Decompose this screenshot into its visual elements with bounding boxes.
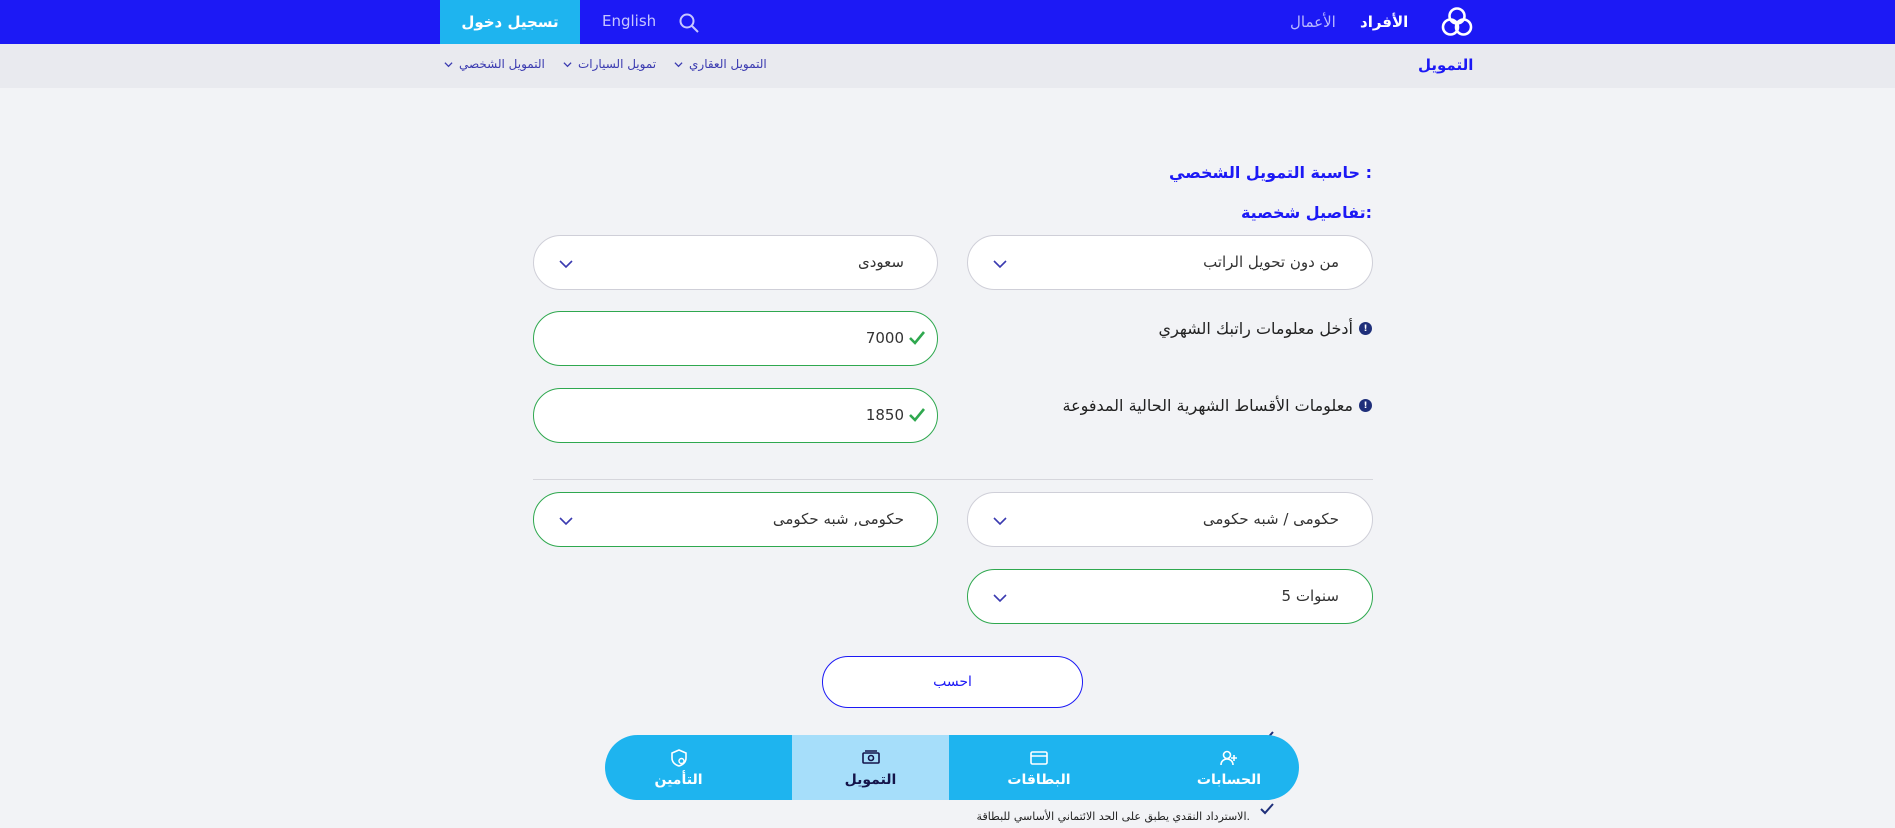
divider — [533, 479, 1373, 480]
language-switch[interactable]: English — [602, 12, 656, 30]
search-icon[interactable] — [678, 12, 700, 34]
tab-insurance[interactable]: التأمين — [605, 735, 792, 800]
duration-select[interactable]: 5 سنوات — [967, 569, 1373, 624]
subnav-item-label: التمويل العقاري — [689, 57, 767, 71]
info-icon[interactable]: ! — [1359, 399, 1372, 412]
salary-transfer-value: من دون تحويل الراتب — [1203, 253, 1339, 271]
nav-individuals[interactable]: الأفراد — [1360, 13, 1408, 31]
sub-navigation-bar — [0, 44, 1895, 88]
accounts-icon — [1220, 750, 1237, 765]
subnav-item-label: تمويل السيارات — [578, 57, 657, 71]
installments-label-text: معلومات الأقساط الشهرية الحالية المدفوعة — [1062, 396, 1353, 415]
login-button[interactable]: تسجيل دخول — [440, 0, 580, 44]
chevron-down-icon — [559, 260, 573, 269]
subnav-item-label: التمويل الشخصي — [459, 57, 545, 71]
chevron-down-icon — [559, 517, 573, 526]
check-icon — [909, 331, 926, 345]
personal-details-heading: تفاصيل شخصية: — [1240, 203, 1372, 222]
bank-logo-icon[interactable] — [1440, 6, 1474, 38]
tab-label: البطاقات — [1007, 771, 1071, 788]
salary-value: 7000 — [865, 329, 904, 347]
chevron-down-icon — [993, 517, 1007, 526]
duration-value: 5 سنوات — [1281, 587, 1339, 605]
salary-label-text: أدخل معلومات راتبك الشهري — [1158, 319, 1353, 338]
bottom-tab-bar: الحسابات البطاقات التمويل التأمين — [605, 735, 1299, 800]
tab-label: التأمين — [654, 771, 703, 788]
salary-transfer-select[interactable]: من دون تحويل الراتب — [967, 235, 1373, 290]
chevron-down-icon — [993, 260, 1007, 269]
installments-value: 1850 — [865, 406, 904, 424]
sector-select[interactable]: حكومى / شبه حكومى — [967, 492, 1373, 547]
chevron-down-icon — [444, 61, 453, 67]
top-navigation-bar — [0, 0, 1895, 44]
info-icon[interactable]: ! — [1359, 322, 1372, 335]
calculator-title: حاسبة التمويل الشخصي : — [1169, 163, 1372, 182]
salary-label: أدخل معلومات راتبك الشهري ! — [1159, 319, 1372, 338]
calculate-button[interactable]: احسب — [822, 656, 1083, 708]
insurance-icon — [670, 748, 687, 767]
subnav-title[interactable]: التمويل — [1418, 56, 1473, 74]
check-icon — [1260, 803, 1274, 815]
tab-cards[interactable]: البطاقات — [949, 735, 1129, 800]
check-icon — [909, 408, 926, 422]
finance-icon — [861, 749, 880, 764]
sector-value: حكومى / شبه حكومى — [1202, 510, 1339, 528]
employer-value: حكومى, شبه حكومى — [772, 510, 904, 528]
note-text: الاسترداد النقدي يطبق على الحد الائتماني… — [976, 810, 1250, 823]
tab-finance[interactable]: التمويل — [792, 735, 949, 800]
tab-label: الحسابات — [1196, 771, 1262, 788]
nationality-value: سعودى — [858, 253, 904, 271]
chevron-down-icon — [563, 61, 572, 67]
nav-business[interactable]: الأعمال — [1290, 13, 1336, 31]
nationality-select[interactable]: سعودى — [533, 235, 938, 290]
subnav-item-real-estate[interactable]: التمويل العقاري — [674, 57, 767, 71]
tab-label: التمويل — [844, 771, 897, 788]
employer-select[interactable]: حكومى, شبه حكومى — [533, 492, 938, 547]
installments-input[interactable]: 1850 — [533, 388, 938, 443]
chevron-down-icon — [993, 594, 1007, 603]
tab-accounts[interactable]: الحسابات — [1129, 735, 1299, 800]
salary-input[interactable]: 7000 — [533, 311, 938, 366]
subnav-item-auto[interactable]: تمويل السيارات — [563, 57, 656, 71]
cards-icon — [1030, 750, 1048, 765]
subnav-item-personal[interactable]: التمويل الشخصي — [444, 57, 545, 71]
chevron-down-icon — [674, 61, 683, 67]
installments-label: معلومات الأقساط الشهرية الحالية المدفوعة… — [1062, 396, 1372, 415]
